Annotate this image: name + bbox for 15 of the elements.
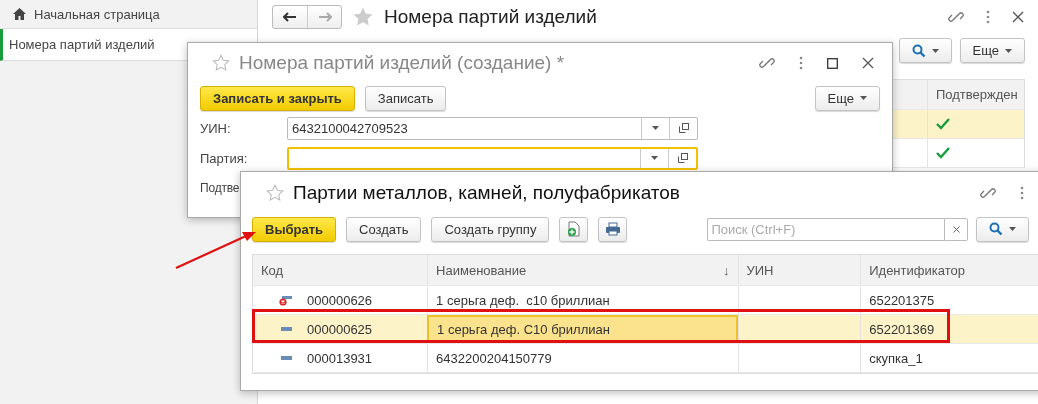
table-cell: 000000625 (253, 315, 428, 343)
table-cell: 1 серьга деф. С10 бриллиан (427, 315, 738, 343)
table-cell: 6432200204150779 (427, 344, 738, 372)
table-cell: 652201369 (860, 315, 1038, 343)
dialog-title: Партии металлов, камней, полуфабрикатов (293, 182, 681, 204)
field-label: Подтве (200, 181, 240, 195)
sort-indicator: ↓ (723, 262, 730, 278)
table-cell: 652201375 (860, 286, 1038, 314)
window-title: Номера партий изделий (384, 6, 598, 28)
table-cell: скупка_1 (860, 344, 1038, 372)
field-label: УИН: (200, 120, 232, 136)
table-cell: 1 серьга деф. с10 бриллиан (427, 286, 738, 314)
table-cell: 000013931 (253, 344, 428, 372)
table-cell: 000000626 (253, 286, 428, 314)
field-label: Партия: (200, 150, 249, 166)
